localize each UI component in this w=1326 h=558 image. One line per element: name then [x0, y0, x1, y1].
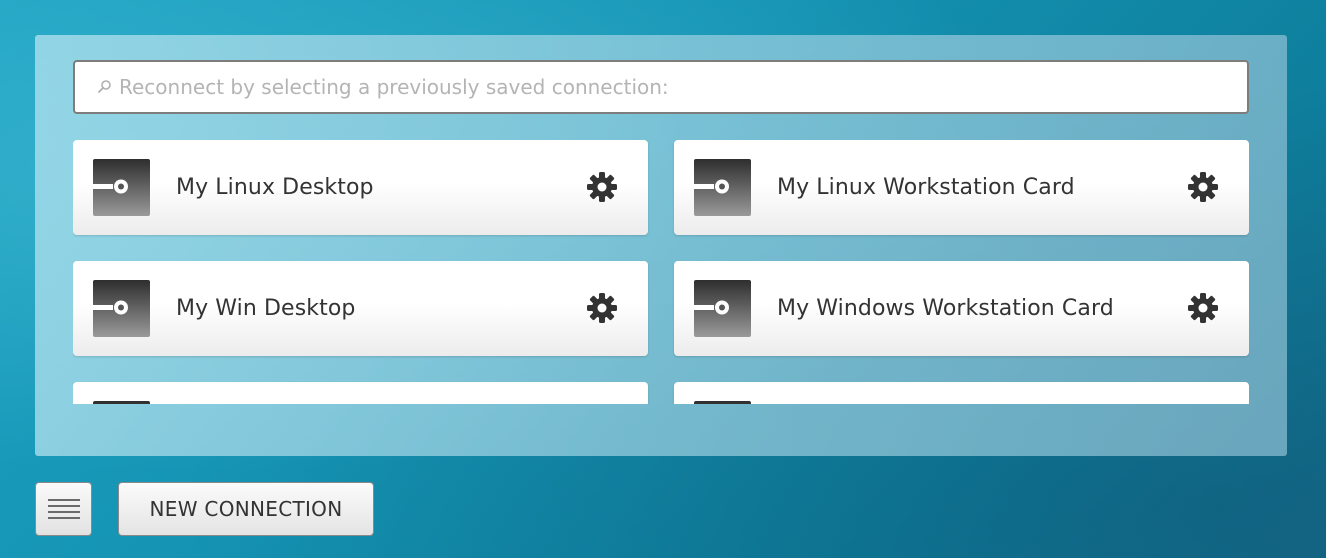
- connection-icon: [93, 401, 150, 404]
- gear-icon[interactable]: [1185, 290, 1221, 326]
- gear-icon[interactable]: [584, 169, 620, 205]
- bottom-toolbar: NEW CONNECTION: [35, 482, 374, 536]
- search-box[interactable]: [73, 60, 1249, 114]
- connection-card[interactable]: My Linux Workstation Card: [674, 140, 1249, 235]
- connections-panel: My Linux Desktop My Linux Workstation Ca…: [35, 35, 1287, 456]
- gear-icon[interactable]: [584, 290, 620, 326]
- hamburger-menu-icon: [46, 494, 82, 524]
- connection-grid: My Linux Desktop My Linux Workstation Ca…: [73, 140, 1249, 404]
- connection-card[interactable]: [674, 382, 1249, 404]
- gear-icon[interactable]: [1185, 169, 1221, 205]
- connection-icon: [694, 159, 751, 216]
- connection-icon: [694, 401, 751, 404]
- connection-icon: [93, 280, 150, 337]
- search-icon: [93, 76, 115, 98]
- connection-name: My Linux Desktop: [176, 175, 374, 200]
- connection-icon: [694, 280, 751, 337]
- connection-card[interactable]: My Windows Workstation Card: [674, 261, 1249, 356]
- connection-card[interactable]: My Win Desktop: [73, 261, 648, 356]
- new-connection-button[interactable]: NEW CONNECTION: [118, 482, 374, 536]
- connection-name: My Win Desktop: [176, 296, 356, 321]
- connection-icon: [93, 159, 150, 216]
- menu-button[interactable]: [35, 482, 92, 536]
- connection-name: My Linux Workstation Card: [777, 175, 1075, 200]
- connection-card[interactable]: My Linux Desktop: [73, 140, 648, 235]
- search-input[interactable]: [119, 62, 1247, 112]
- connection-list[interactable]: My Linux Desktop My Linux Workstation Ca…: [73, 140, 1249, 404]
- connection-card[interactable]: [73, 382, 648, 404]
- connection-name: My Windows Workstation Card: [777, 296, 1114, 321]
